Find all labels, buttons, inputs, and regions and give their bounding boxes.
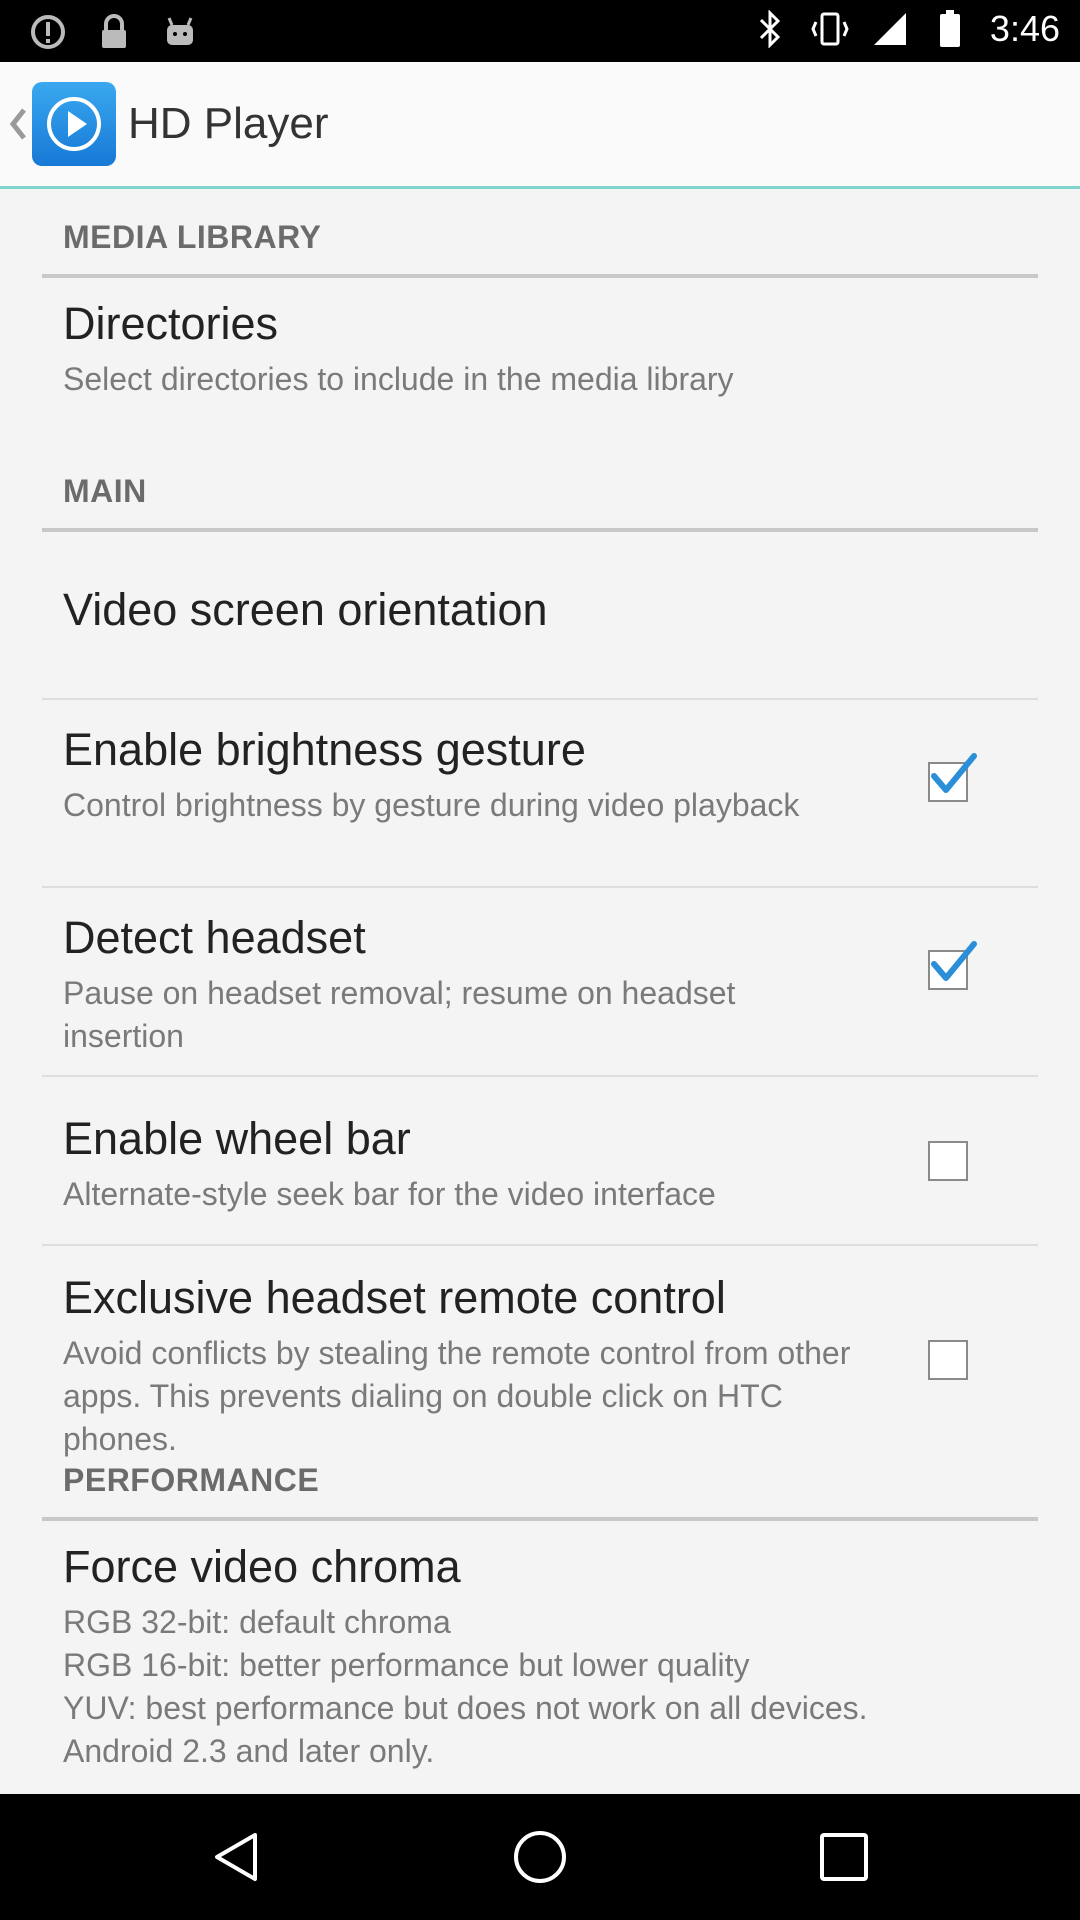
battery-icon bbox=[930, 9, 970, 49]
pref-summary: Alternate-style seek bar for the video i… bbox=[63, 1176, 716, 1212]
pref-summary: Pause on headset removal; resume on head… bbox=[63, 975, 736, 1054]
pref-title: Force video chroma bbox=[63, 1541, 461, 1592]
app-title: HD Player bbox=[128, 99, 329, 148]
pref-video-screen-orientation[interactable]: Video screen orientation bbox=[42, 532, 1038, 700]
settings-list[interactable]: MEDIA LIBRARY Directories Select directo… bbox=[0, 189, 1080, 1794]
navigation-bar bbox=[0, 1794, 1080, 1920]
summary-line: Android 2.3 and later only. bbox=[63, 1733, 435, 1769]
pref-title: Exclusive headset remote control bbox=[63, 1272, 726, 1323]
recents-icon[interactable] bbox=[814, 1827, 874, 1887]
android-icon bbox=[160, 12, 200, 52]
app-logo-icon[interactable] bbox=[32, 82, 116, 166]
pref-summary: Select directories to include in the med… bbox=[63, 361, 734, 397]
pref-brightness-gesture[interactable]: Enable brightness gesture Control bright… bbox=[42, 700, 1038, 888]
status-bar: 3:46 bbox=[0, 0, 1080, 62]
wheel-bar-checkbox[interactable] bbox=[928, 1141, 968, 1181]
brightness-checkbox[interactable] bbox=[928, 753, 977, 802]
summary-line: RGB 32-bit: default chroma bbox=[63, 1604, 451, 1640]
pref-title: Video screen orientation bbox=[63, 584, 548, 635]
bluetooth-icon bbox=[750, 9, 790, 49]
section-header-media-library: MEDIA LIBRARY bbox=[42, 189, 1038, 278]
app-bar: HD Player bbox=[0, 62, 1080, 189]
vibrate-icon bbox=[810, 9, 850, 49]
pref-directories[interactable]: Directories Select directories to includ… bbox=[42, 278, 1038, 443]
pref-headset-remote-control[interactable]: Exclusive headset remote control Avoid c… bbox=[42, 1246, 1038, 1457]
section-header-performance: PERFORMANCE bbox=[42, 1446, 1038, 1521]
signal-icon bbox=[870, 9, 910, 49]
pref-title: Directories bbox=[63, 298, 279, 349]
pref-title: Detect headset bbox=[63, 912, 366, 963]
remote-control-checkbox[interactable] bbox=[928, 1340, 968, 1380]
status-time: 3:46 bbox=[989, 8, 1060, 49]
alert-circle-icon bbox=[28, 12, 68, 52]
pref-force-video-chroma[interactable]: Force video chroma RGB 32-bit: default c… bbox=[42, 1521, 1038, 1794]
back-chevron-icon[interactable] bbox=[8, 104, 30, 144]
pref-title: Enable wheel bar bbox=[63, 1113, 411, 1164]
back-icon[interactable] bbox=[206, 1827, 266, 1887]
pref-title: Enable brightness gesture bbox=[63, 724, 586, 775]
summary-line: YUV: best performance but does not work … bbox=[63, 1690, 868, 1726]
home-icon[interactable] bbox=[510, 1827, 570, 1887]
pref-summary: Control brightness by gesture during vid… bbox=[63, 787, 800, 823]
pref-summary: Avoid conflicts by stealing the remote c… bbox=[63, 1335, 851, 1457]
summary-line: RGB 16-bit: better performance but lower… bbox=[63, 1647, 750, 1683]
headset-checkbox[interactable] bbox=[928, 941, 977, 990]
section-header-main: MAIN bbox=[42, 443, 1038, 532]
pref-detect-headset[interactable]: Detect headset Pause on headset removal;… bbox=[42, 888, 1038, 1077]
pref-wheel-bar[interactable]: Enable wheel bar Alternate-style seek ba… bbox=[42, 1077, 1038, 1246]
pref-summary: RGB 32-bit: default chroma RGB 16-bit: b… bbox=[63, 1601, 1023, 1773]
lock-icon bbox=[94, 12, 134, 52]
